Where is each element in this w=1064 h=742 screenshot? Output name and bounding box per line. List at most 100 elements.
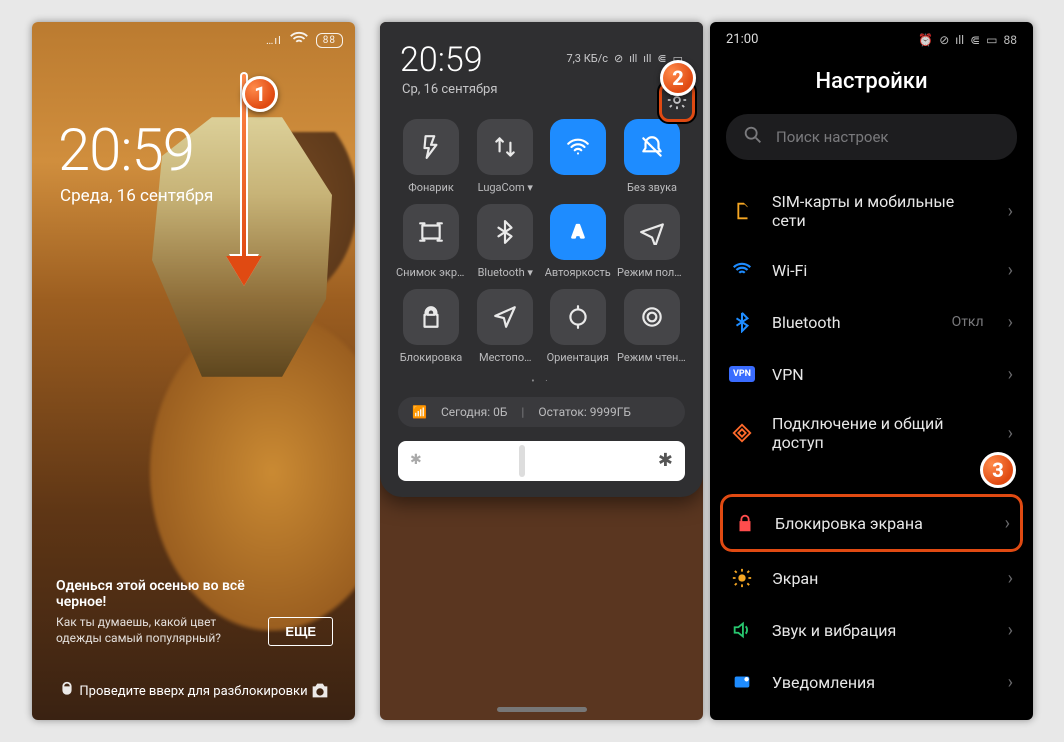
lock-screen: …ıl 88 20:59 Среда, 16 сентября Оденься …: [32, 22, 355, 720]
lock-icon: [403, 289, 459, 345]
carrier-icon: 📶: [412, 405, 427, 419]
qs-tile-data[interactable]: LugaCom ▾: [472, 119, 539, 194]
bluetooth-value: Откл: [952, 314, 984, 330]
bluetooth-icon: [730, 310, 754, 334]
sound-icon: [730, 618, 754, 642]
qs-tile-label: Без звука: [617, 181, 687, 194]
read-icon: [624, 289, 680, 345]
search-placeholder: Поиск настроек: [776, 128, 889, 146]
chevron-right-icon: ›: [1008, 260, 1013, 281]
qs-tile-label: Снимок экра…: [396, 266, 466, 279]
search-icon: [742, 124, 764, 150]
voice-assistant-icon[interactable]: [56, 680, 78, 702]
qs-tile-read[interactable]: Режим чтения: [617, 289, 687, 364]
chevron-right-icon: ›: [1008, 672, 1013, 693]
notification-shade[interactable]: 20:59 Ср, 16 сентября 7,3 КБ/с ⊘ ıll ıll…: [380, 22, 703, 497]
autob-icon: A: [550, 204, 606, 260]
wifi-icon: ⋐: [970, 33, 980, 47]
lock-icon: [733, 511, 757, 535]
settings-item-home[interactable]: Рабочий стол ›: [710, 708, 1033, 720]
chevron-right-icon: ›: [1008, 201, 1013, 222]
gesture-handle: [497, 707, 587, 712]
notifications-icon: [730, 670, 754, 694]
page-indicator: • ·: [390, 376, 693, 387]
qs-tile-shot[interactable]: Снимок экра…: [396, 204, 466, 279]
shot-icon: [403, 204, 459, 260]
qs-status: 7,3 КБ/с ⊘ ıll ıll ⋐ ▭: [566, 52, 683, 65]
qs-date: Ср, 16 сентября: [400, 82, 497, 97]
settings-item-lockscreen[interactable]: Блокировка экрана ›: [723, 497, 1020, 549]
signal-icon: …ıl: [266, 34, 282, 47]
promo-title: Оденься этой осенью во всё черное!: [56, 578, 256, 610]
chevron-right-icon: ›: [1008, 364, 1013, 385]
unlock-hint: Проведите вверх для разблокировки: [79, 684, 307, 699]
lock-time: 20:59: [58, 117, 194, 185]
brightness-icon: [730, 566, 754, 590]
battery-pct: 88: [1004, 33, 1018, 47]
usage-left: Остаток: 9999ГБ: [538, 405, 631, 419]
share-icon: [730, 421, 754, 445]
wifi-icon: [550, 119, 606, 175]
qs-tile-label: Ориентация: [545, 351, 612, 364]
settings-item-vpn[interactable]: VPN VPN ›: [710, 348, 1033, 400]
status-time: 21:00: [726, 32, 758, 47]
wifi-icon: [730, 258, 754, 282]
camera-icon[interactable]: [309, 680, 331, 702]
qs-tile-flash[interactable]: Фонарик: [396, 119, 466, 194]
svg-text:A: A: [572, 222, 584, 242]
qs-tile-label: Местопо…: [472, 351, 539, 364]
lock-promo: Оденься этой осенью во всё черное! Как т…: [56, 578, 333, 646]
signal2-icon: ıll: [643, 52, 651, 65]
settings-item-screen[interactable]: Экран ›: [710, 552, 1033, 604]
alarm-icon: ⏰: [918, 33, 933, 47]
qs-tile-label: Режим чтения: [617, 351, 687, 364]
battery-icon: ▭: [986, 33, 997, 47]
settings-item-sound[interactable]: Звук и вибрация ›: [710, 604, 1033, 656]
qs-tile-orient[interactable]: Ориентация: [545, 289, 612, 364]
callout-badge-1: 1: [242, 76, 278, 112]
dnd-icon: ⊘: [939, 33, 949, 47]
status-bar: 21:00 ⏰ ⊘ ıll ⋐ ▭ 88: [710, 22, 1033, 51]
wifi-icon: ⋐: [657, 52, 666, 65]
qs-tile-label: Фонарик: [396, 181, 466, 194]
settings-gear-icon[interactable]: [666, 96, 688, 115]
qs-tile-wifi[interactable]: [545, 119, 612, 194]
settings-item-bluetooth[interactable]: Bluetooth Откл ›: [710, 296, 1033, 348]
qs-tile-autob[interactable]: AАвтояркость: [545, 204, 612, 279]
brightness-slider[interactable]: [398, 441, 685, 481]
wifi-icon: [288, 28, 310, 53]
qs-tile-lock[interactable]: Блокировка: [396, 289, 466, 364]
brightness-thumb[interactable]: [519, 445, 525, 477]
net-speed: 7,3 КБ/с: [566, 52, 608, 65]
bt-icon: [477, 204, 533, 260]
battery-pill: 88: [316, 33, 343, 48]
promo-more-button[interactable]: ЕЩЕ: [268, 617, 333, 646]
chevron-right-icon: ›: [1008, 620, 1013, 641]
settings-item-sim[interactable]: SIM-карты и мобильные сети ›: [710, 178, 1033, 244]
qs-tile-loc[interactable]: Местопо…: [472, 289, 539, 364]
qs-tile-bt[interactable]: Bluetooth ▾: [472, 204, 539, 279]
settings-search[interactable]: Поиск настроек: [726, 114, 1017, 160]
settings-item-lockscreen-highlight: Блокировка экрана ›: [720, 494, 1023, 552]
qs-tile-label: Блокировка: [396, 351, 466, 364]
qs-tile-mute[interactable]: Без звука: [617, 119, 687, 194]
status-bar: …ıl 88: [266, 28, 343, 53]
qs-tile-plane[interactable]: Режим полета: [617, 204, 687, 279]
qs-tile-label: Bluetooth ▾: [472, 266, 539, 279]
vpn-icon: VPN: [730, 362, 754, 386]
mute-icon: [624, 119, 680, 175]
lock-date: Среда, 16 сентября: [60, 186, 213, 206]
qs-tile-label: LugaCom ▾: [472, 181, 539, 194]
plane-icon: [624, 204, 680, 260]
chevron-right-icon: ›: [1008, 423, 1013, 444]
promo-subtitle: Как ты думаешь, какой цвет одежды самый …: [56, 614, 256, 646]
page-title: Настройки: [710, 51, 1033, 114]
settings-item-notifications[interactable]: Уведомления ›: [710, 656, 1033, 708]
data-icon: [477, 119, 533, 175]
chevron-right-icon: ›: [1008, 568, 1013, 589]
signal-icon: ıll: [629, 52, 637, 65]
data-usage-bar[interactable]: 📶 Сегодня: 0Б | Остаток: 9999ГБ: [398, 397, 685, 427]
dnd-icon: ⊘: [614, 52, 623, 65]
settings-item-wifi[interactable]: Wi-Fi ›: [710, 244, 1033, 296]
flash-icon: [403, 119, 459, 175]
